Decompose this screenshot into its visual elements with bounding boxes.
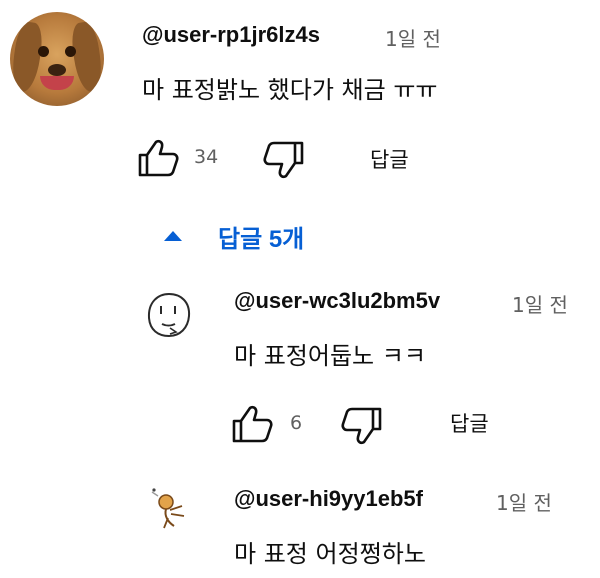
like-count: 34 [194, 146, 219, 168]
replies-count-label: 답글 5개 [218, 225, 305, 253]
dog-ear-left [10, 20, 45, 94]
comment-avatar[interactable] [10, 12, 104, 106]
reply-text: 마 표정어둡노 ㅋㅋ [234, 342, 426, 370]
reply-time[interactable]: 1일 전 [512, 289, 568, 318]
dog-mouth [40, 76, 74, 90]
comment-text: 마 표정밝노 했다가 채금 ㅠㅠ [142, 76, 438, 104]
replies-toggle-button[interactable]: 답글 5개 [160, 218, 304, 254]
dog-eye-left [38, 46, 49, 57]
caret-up-icon [164, 231, 182, 241]
dog-nose [48, 64, 66, 76]
reply-avatar[interactable] [144, 480, 198, 534]
comment-time[interactable]: 1일 전 [385, 23, 441, 52]
reply-button[interactable]: 답글 [450, 408, 489, 438]
thumbs-down-icon[interactable] [262, 140, 306, 180]
dog-eye-right [65, 46, 76, 57]
dog-ear-right [69, 20, 104, 94]
thumbs-up-icon[interactable] [136, 138, 180, 178]
reply-button[interactable]: 답글 [370, 144, 409, 174]
thumbs-up-icon[interactable] [230, 404, 274, 444]
reply-time[interactable]: 1일 전 [496, 487, 552, 516]
thumbs-down-icon[interactable] [340, 406, 384, 446]
reply-avatar[interactable] [140, 286, 198, 344]
like-count: 6 [290, 412, 303, 434]
reply-author[interactable]: @user-wc3lu2bm5v [234, 288, 440, 314]
reply-text: 마 표정 어정쩡하노 [234, 540, 426, 568]
reply-author[interactable]: @user-hi9yy1eb5f [234, 486, 423, 512]
comment-author[interactable]: @user-rp1jr6lz4s [142, 22, 320, 48]
